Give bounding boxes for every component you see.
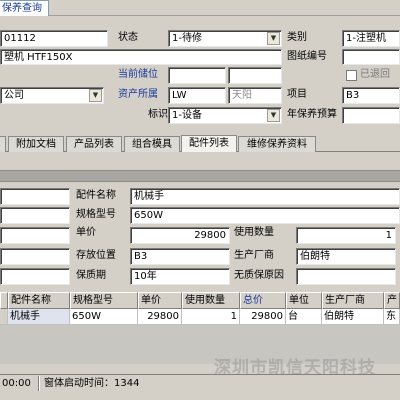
tab-hidden-first[interactable] [0, 136, 6, 152]
table-cell[interactable]: 伯朗特 [322, 309, 384, 325]
left-field-5[interactable] [0, 268, 70, 285]
asset-owner-label: 资产所属 [118, 89, 158, 100]
chevron-down-icon[interactable]: ▼ [267, 32, 280, 45]
table-cell[interactable]: 650W [70, 309, 138, 325]
panel-toolbar [0, 170, 400, 182]
maker-label: 生产厂商 [234, 250, 274, 261]
location-label: 存放位置 [76, 250, 116, 261]
current-position-field[interactable] [168, 67, 226, 84]
project-label: 项目 [287, 89, 307, 100]
left-field-4[interactable] [0, 248, 70, 265]
spec-field[interactable]: 650W [130, 207, 400, 224]
tab-maintenance-info[interactable]: 维修保养资料 [238, 136, 316, 152]
category-field[interactable]: 1-注塑机 [342, 30, 400, 47]
status-label: 状态 [118, 32, 138, 43]
chevron-down-icon[interactable]: ▼ [89, 89, 102, 102]
table-cell[interactable]: 机械手 [8, 309, 70, 325]
category-label: 类别 [287, 32, 307, 43]
warranty-label: 保质期 [76, 270, 106, 281]
chevron-down-icon[interactable]: ▼ [267, 109, 280, 122]
tab-attachments[interactable]: 附加文档 [8, 136, 64, 152]
table-cell[interactable]: 29800 [240, 309, 286, 325]
status-bar: 00:00 窗体启动时间：1344 [0, 374, 400, 392]
status-value: 1-待修 [172, 33, 202, 44]
maker-field[interactable]: 伯朗特 [296, 248, 396, 265]
mark-value: 1-设备 [172, 110, 202, 121]
company-value: 公司 [4, 90, 24, 101]
tab-parts-list[interactable]: 配件列表 [181, 135, 237, 153]
tab-product-list[interactable]: 产品列表 [66, 136, 122, 152]
status-startup-time: 窗体启动时间：1344 [44, 378, 140, 389]
unit-price-field[interactable]: 29800 [130, 227, 230, 244]
retired-checkbox[interactable] [346, 70, 357, 81]
current-position-field-2[interactable] [228, 67, 282, 84]
name-field[interactable]: 塑机 HTF150X [0, 49, 282, 65]
no-warranty-reason-label: 无质保原因 [234, 270, 284, 281]
status-separator [38, 376, 40, 391]
table-cell[interactable]: 东 [384, 309, 400, 325]
grid-header-unit-price[interactable]: 单价 [138, 292, 182, 309]
budget-label: 年保养预算 [287, 109, 337, 120]
no-warranty-reason-field[interactable] [296, 268, 396, 285]
tab-maintenance-query[interactable]: 保养查询 [0, 0, 49, 16]
current-position-label: 当前储位 [118, 69, 158, 80]
budget-field[interactable] [342, 107, 400, 124]
table-cell[interactable]: 29800 [138, 309, 182, 325]
asset-owner-field[interactable]: LW [168, 87, 226, 104]
usage-qty-field[interactable]: 1 [296, 227, 396, 244]
grid-header-unit[interactable]: 单位 [286, 292, 322, 309]
grid-header-maker[interactable]: 生产厂商 [322, 292, 384, 309]
usage-qty-label: 使用数量 [234, 227, 274, 238]
project-field[interactable]: B3 [342, 87, 400, 104]
spec-label: 规格型号 [76, 209, 116, 220]
grid-header-usage-qty[interactable]: 使用数量 [182, 292, 240, 309]
status-select[interactable]: 1-待修 ▼ [168, 30, 282, 47]
grid-header-spec[interactable]: 规格型号 [70, 292, 138, 309]
retired-label: 已退回 [360, 69, 390, 80]
drawing-no-label: 图纸编号 [287, 51, 327, 62]
grid-row-indicator-header [0, 292, 8, 309]
asset-owner-name-field: 天阳 [228, 87, 282, 104]
mark-select[interactable]: 1-设备 ▼ [168, 107, 282, 124]
part-name-label: 配件名称 [76, 190, 116, 201]
left-field-2[interactable] [0, 207, 70, 224]
tab-combined-molds[interactable]: 组合模具 [124, 136, 180, 152]
left-field-3[interactable] [0, 227, 70, 244]
part-name-field[interactable]: 机械手 [130, 188, 400, 205]
grid-header-total[interactable]: 总价 [240, 292, 286, 309]
code-field[interactable]: 01112 [0, 30, 108, 47]
table-cell[interactable]: 1 [182, 309, 240, 325]
top-tab-bar: 保养查询 [0, 0, 400, 16]
grid-header-part-name[interactable]: 配件名称 [8, 292, 70, 309]
left-field-1[interactable] [0, 188, 70, 205]
mark-label: 标识 [148, 109, 168, 120]
drawing-no-field[interactable] [342, 49, 400, 65]
warranty-field[interactable]: 10年 [130, 268, 230, 285]
grid-header-origin[interactable]: 产 [384, 292, 400, 309]
grid-row-indicator[interactable] [0, 309, 8, 325]
location-field[interactable]: B3 [130, 248, 230, 265]
company-select[interactable]: 公司 ▼ [0, 87, 104, 104]
status-time: 00:00 [2, 378, 31, 389]
unit-price-label: 单价 [76, 227, 96, 238]
detail-tab-strip: 附加文档 产品列表 组合模具 配件列表 维修保养资料 [0, 135, 400, 153]
table-cell[interactable]: 台 [286, 309, 322, 325]
